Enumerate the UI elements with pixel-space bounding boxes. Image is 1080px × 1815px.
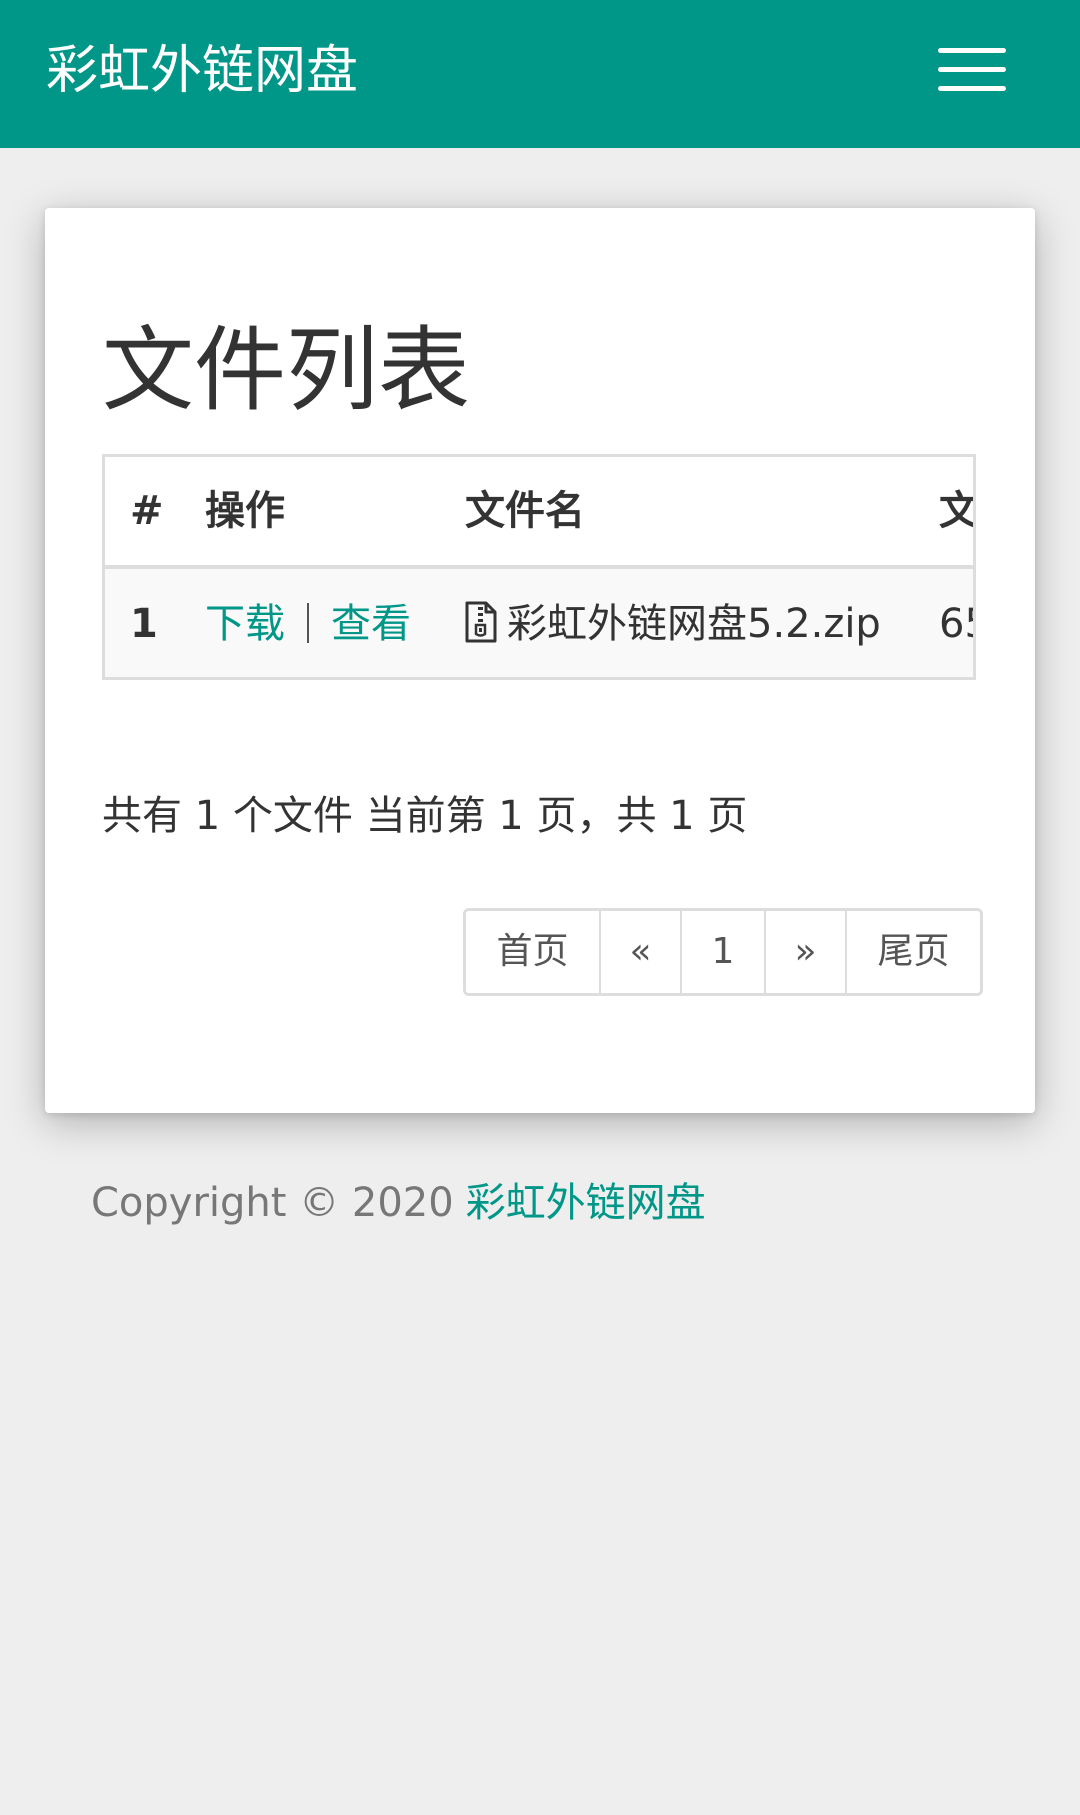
row-filename-cell: 彩虹外链网盘5.2.zip bbox=[465, 597, 881, 651]
file-table[interactable]: # 操作 文件名 文 1 下载 查看 彩虹外链网盘5.2.zip 6 bbox=[102, 454, 976, 680]
menu-bar-line bbox=[938, 86, 1006, 91]
pagination: 首页 « 1 » 尾页 bbox=[463, 908, 983, 996]
file-count-summary: 共有 1 个文件 当前第 1 页，共 1 页 bbox=[102, 793, 748, 839]
site-brand[interactable]: 彩虹外链网盘 bbox=[46, 34, 358, 108]
header-action: 操作 bbox=[205, 488, 285, 534]
first-page-button[interactable]: 首页 bbox=[466, 911, 599, 993]
header-extra: 文 bbox=[939, 488, 976, 534]
prev-page-button[interactable]: « bbox=[599, 911, 680, 993]
menu-bar-line bbox=[938, 67, 1006, 72]
footer-site-link[interactable]: 彩虹外链网盘 bbox=[466, 1180, 706, 1226]
footer: Copyright © 2020 彩虹外链网盘 bbox=[91, 1175, 706, 1231]
row-extra: 65 bbox=[939, 601, 973, 647]
table-header-row: # 操作 文件名 文 bbox=[105, 457, 976, 569]
action-divider bbox=[307, 603, 309, 643]
row-index: 1 bbox=[130, 601, 158, 647]
row-actions: 下载 查看 bbox=[205, 597, 411, 651]
table-row: 1 下载查看 彩虹外链网盘5.2.zip 65 bbox=[105, 569, 973, 677]
page-number-button[interactable]: 1 bbox=[680, 911, 764, 993]
last-page-button[interactable]: 尾页 bbox=[845, 911, 980, 993]
top-navbar: 彩虹外链网盘 bbox=[0, 0, 1080, 148]
menu-bar-line bbox=[938, 48, 1006, 53]
header-index: # bbox=[130, 488, 164, 534]
hamburger-menu-icon[interactable] bbox=[938, 48, 1006, 92]
file-list-panel: 文件列表 # 操作 文件名 文 1 下载 查看 彩虹外链网盘5.2.zip 6 … bbox=[45, 208, 1035, 1113]
view-link[interactable]: 查看 bbox=[331, 601, 411, 647]
next-page-button[interactable]: » bbox=[764, 911, 845, 993]
zip-file-icon bbox=[465, 601, 497, 643]
page-title: 文件列表 bbox=[102, 317, 471, 424]
copyright-text: Copyright © 2020 bbox=[91, 1180, 454, 1226]
download-link[interactable]: 下载 bbox=[205, 601, 285, 647]
row-filename: 彩虹外链网盘5.2.zip bbox=[507, 601, 881, 647]
header-filename: 文件名 bbox=[465, 488, 585, 534]
